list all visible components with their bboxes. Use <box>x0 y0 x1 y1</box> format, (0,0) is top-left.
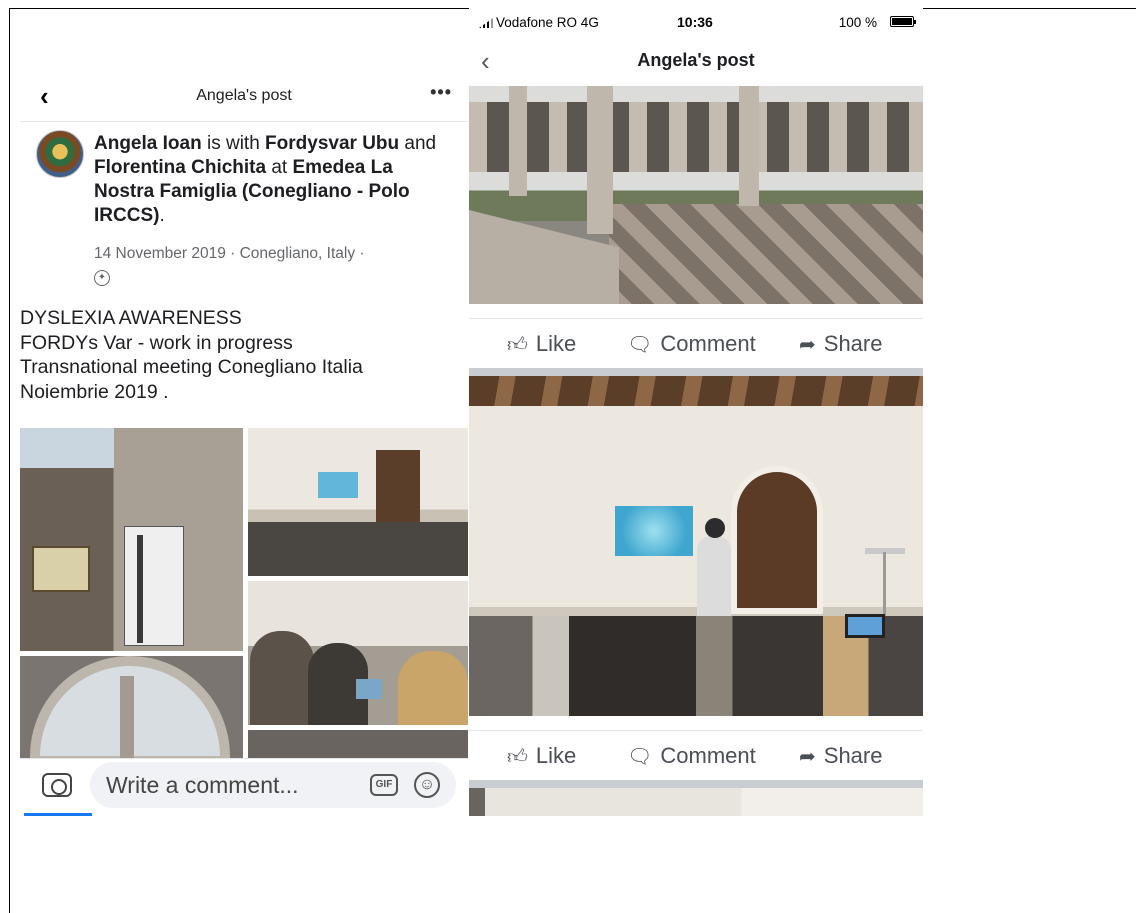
photo-cloister-arches <box>469 102 923 172</box>
avatar[interactable] <box>36 130 84 178</box>
photo-presentation[interactable] <box>469 376 923 716</box>
photo-grid <box>20 428 468 758</box>
comment-input[interactable]: Write a comment... GIF ☺ <box>90 762 456 808</box>
speech-bubble-icon: 🗨︎ <box>627 334 653 356</box>
share-arrow-icon: ➦ <box>799 334 816 356</box>
comment-label: Comment <box>660 331 756 356</box>
carrier-label: Vodafone RO 4G <box>479 15 599 30</box>
photo-meeting-room[interactable] <box>248 428 468 576</box>
photo-cloister-pillar <box>739 86 759 206</box>
action-bar-1: 👍︎ Like 🗨︎ Comment ➦ Share <box>469 318 923 370</box>
photo-attendee-3 <box>398 651 468 725</box>
right-post-panel: Vodafone RO 4G 10:36 100 % ‹ Angela's po… <box>469 8 923 816</box>
like-button[interactable]: 👍︎ Like <box>507 743 576 769</box>
emoji-icon[interactable]: ☺ <box>414 772 440 798</box>
page-title: Angela's post <box>196 87 292 104</box>
clock: 10:36 <box>677 14 713 30</box>
photo-cloister-floor <box>609 204 923 304</box>
section-separator <box>469 780 923 788</box>
thumbs-up-icon: 👍︎ <box>507 334 528 356</box>
frame-left-border <box>9 8 10 913</box>
post-line-2: FORDYs Var - work in progress <box>20 331 293 354</box>
share-button[interactable]: ➦ Share <box>799 331 882 357</box>
globe-icon: ✦ <box>94 270 110 286</box>
post-line-3: Transnational meeting Conegliano Italia <box>20 356 363 378</box>
is-with-text: is with <box>201 133 266 154</box>
photo-more[interactable] <box>248 730 468 758</box>
photo-wooden-door <box>731 466 823 614</box>
photo-plaque-banner <box>124 526 184 646</box>
comment-button[interactable]: 🗨︎ Comment <box>627 331 756 357</box>
battery-percent: 100 % <box>838 15 877 30</box>
post-header: Angela Ioan is with Fordysvar Ubu and Fl… <box>20 122 468 290</box>
post-line-1: DYSLEXIA AWARENESS <box>20 307 242 329</box>
like-label: Like <box>535 331 577 356</box>
share-label: Share <box>823 331 883 356</box>
comment-placeholder: Write a comment... <box>106 772 299 798</box>
photo-ceiling-beams <box>469 376 923 406</box>
left-nav-bar: ‹ Angela's post ••• <box>20 70 468 122</box>
gif-icon[interactable]: GIF <box>370 774 398 796</box>
camera-icon[interactable] <box>42 773 72 797</box>
like-button[interactable]: 👍︎ Like <box>507 331 576 357</box>
post-meta: 14 November 2019 · Conegliano, Italy · <box>94 245 365 262</box>
share-button[interactable]: ➦ Share <box>799 743 882 769</box>
more-options-icon[interactable]: ••• <box>430 82 452 103</box>
comment-bar: Write a comment... GIF ☺ <box>20 758 468 816</box>
comment-label: Comment <box>660 743 756 768</box>
photo-cloister-pillar <box>587 86 613 234</box>
photo-next[interactable] <box>469 788 923 816</box>
active-indicator <box>24 813 92 816</box>
thumbs-up-icon: 👍︎ <box>507 746 528 768</box>
author-name[interactable]: Angela Ioan <box>94 133 202 154</box>
period-text: . <box>159 205 165 226</box>
share-label: Share <box>823 743 883 768</box>
page-title-right: Angela's post <box>637 50 755 70</box>
post-line-4: Noiembrie 2019 . <box>20 380 169 403</box>
photo-attendees[interactable] <box>248 581 468 725</box>
photo-plaque-sky <box>20 428 114 468</box>
like-label: Like <box>535 743 577 768</box>
comment-button[interactable]: 🗨︎ Comment <box>627 743 756 769</box>
photo-laptop <box>845 614 885 638</box>
photo-cloister[interactable] <box>469 86 923 304</box>
and-text: and <box>399 133 437 154</box>
post-body: DYSLEXIA AWARENESS FORDYs Var - work in … <box>20 306 468 404</box>
photo-projector-screen <box>318 472 358 498</box>
at-text: at <box>266 157 293 178</box>
tagged-friend-1[interactable]: Fordysvar Ubu <box>265 133 399 154</box>
status-bar: Vodafone RO 4G 10:36 100 % <box>469 8 923 38</box>
photo-plaque[interactable] <box>20 428 243 651</box>
speech-bubble-icon: 🗨︎ <box>627 746 653 768</box>
post-header-text: Angela Ioan is with Fordysvar Ubu and Fl… <box>94 132 456 228</box>
photo-plaque-sign <box>32 546 90 592</box>
photo-column <box>120 676 134 758</box>
photo-audience <box>248 522 468 576</box>
photo-projection <box>615 506 693 556</box>
action-bar-2: 👍︎ Like 🗨︎ Comment ➦ Share <box>469 730 923 782</box>
tagged-friend-2[interactable]: Florentina Chichita <box>94 157 266 178</box>
photo-laptop <box>356 679 382 699</box>
share-arrow-icon: ➦ <box>799 746 816 768</box>
right-nav-bar: ‹ Angela's post <box>469 38 923 86</box>
signal-icon <box>479 18 493 28</box>
carrier-text: Vodafone RO 4G <box>496 15 599 30</box>
photo-attendee-1 <box>250 631 314 725</box>
photo-cloister-arch[interactable] <box>20 656 243 758</box>
left-post-panel: ‹ Angela's post ••• Angela Ioan is with … <box>20 70 468 816</box>
battery-icon <box>890 16 916 27</box>
section-separator <box>469 368 923 376</box>
photo-cloister-pillar <box>509 86 527 196</box>
